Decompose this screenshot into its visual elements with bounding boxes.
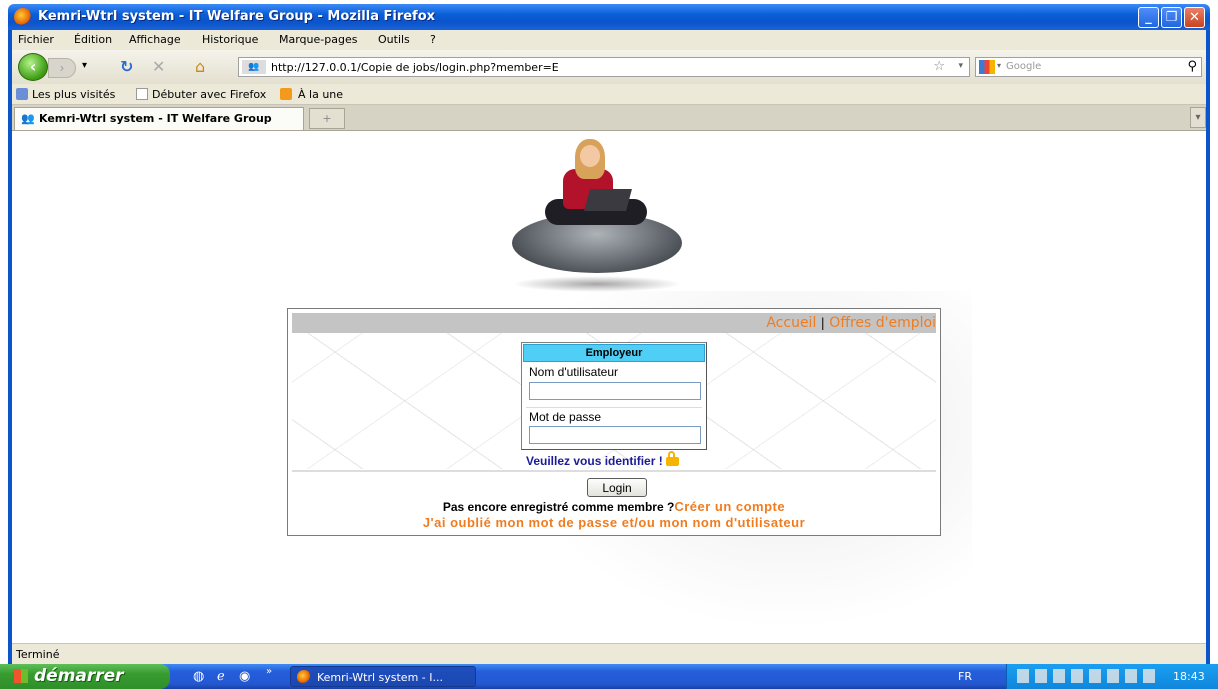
- address-bar[interactable]: 👥 http://127.0.0.1/Copie de jobs/login.p…: [238, 57, 970, 77]
- close-button[interactable]: ✕: [1184, 7, 1205, 28]
- nav-offres-link[interactable]: Offres d'emploi: [829, 315, 936, 331]
- bookmark-most-visited[interactable]: Les plus visités: [32, 88, 115, 101]
- register-prompt: Pas encore enregistré comme membre ?: [442, 500, 675, 514]
- tab-label[interactable]: Kemri-Wtrl system - IT Welfare Group: [39, 112, 272, 125]
- back-button[interactable]: ‹: [18, 53, 48, 81]
- search-bar[interactable]: ▾ Google ⚲: [975, 57, 1202, 77]
- register-line: Pas encore enregistré comme membre ?Crée…: [288, 499, 940, 514]
- menu-edition[interactable]: Édition: [74, 33, 112, 46]
- start-button[interactable]: démarrer: [0, 664, 170, 689]
- windows-flag-icon: [14, 669, 28, 683]
- login-box-header: Accueil | Offres d'emploi: [292, 313, 936, 333]
- firefox-task-icon: [297, 670, 311, 684]
- reload-icon[interactable]: ↻: [120, 57, 133, 76]
- taskbar-firefox-item[interactable]: Kemri-Wtrl system - I...: [290, 666, 476, 687]
- search-icon[interactable]: ⚲: [1187, 59, 1197, 74]
- firefox-logo-icon: [14, 8, 32, 26]
- url-text[interactable]: http://127.0.0.1/Copie de jobs/login.php…: [271, 61, 559, 74]
- figure-face: [580, 145, 600, 167]
- menu-help[interactable]: ?: [430, 33, 436, 46]
- tab-bar: 👥 Kemri-Wtrl system - IT Welfare Group +…: [12, 105, 1206, 131]
- menu-bar: Fichier Édition Affichage Historique Mar…: [12, 30, 1206, 50]
- history-dropdown-icon[interactable]: ▾: [82, 60, 87, 71]
- status-text: Terminé: [16, 648, 60, 661]
- laptop-icon: [584, 189, 632, 211]
- windows-taskbar: démarrer ◍ ℯ ◉ » Kemri-Wtrl system - I..…: [0, 664, 1218, 689]
- quicklaunch-more-icon[interactable]: »: [266, 666, 272, 677]
- menu-marque-pages[interactable]: Marque-pages: [279, 33, 357, 46]
- new-tab-button[interactable]: +: [309, 108, 345, 129]
- clock: 18:43: [1173, 670, 1205, 683]
- bookmark-star-icon[interactable]: ☆: [933, 59, 945, 74]
- menu-outils[interactable]: Outils: [378, 33, 410, 46]
- title-bar: Kemri-Wtrl system - IT Welfare Group - M…: [8, 4, 1210, 30]
- site-identity-icon[interactable]: 👥: [242, 60, 266, 74]
- page-content: Accueil | Offres d'emploi Employeur Nom …: [12, 131, 1206, 643]
- taskbar-item-label: Kemri-Wtrl system - I...: [317, 671, 443, 684]
- login-panel: Employeur Nom d'utilisateur Mot de passe: [521, 342, 707, 450]
- language-indicator[interactable]: FR: [958, 670, 972, 683]
- bookmark-a-la-une[interactable]: À la une: [298, 88, 343, 101]
- username-label: Nom d'utilisateur: [529, 365, 618, 379]
- username-field[interactable]: [529, 382, 701, 400]
- forward-button[interactable]: ›: [48, 58, 76, 78]
- bookmarks-toolbar: Les plus visités Débuter avec Firefox À …: [12, 84, 1206, 105]
- navigation-toolbar: ‹ › ▾ ↻ ✕ ⌂ 👥 http://127.0.0.1/Copie de …: [12, 50, 1206, 84]
- search-placeholder: Google: [1006, 61, 1042, 72]
- home-icon[interactable]: ⌂: [195, 57, 205, 76]
- password-field[interactable]: [529, 426, 701, 444]
- identify-message: Veuillez vous identifier !: [526, 451, 679, 468]
- tab-active[interactable]: 👥 Kemri-Wtrl system - IT Welfare Group: [14, 107, 304, 130]
- password-label: Mot de passe: [529, 410, 602, 424]
- rss-feed-icon: [280, 88, 292, 100]
- window-title: Kemri-Wtrl system - IT Welfare Group - M…: [38, 9, 436, 24]
- google-engine-icon[interactable]: [979, 60, 995, 74]
- lock-icon: [665, 451, 679, 466]
- forgot-credentials-link[interactable]: J'ai oublié mon mot de passe et/ou mon n…: [288, 515, 940, 530]
- bookmark-getting-started[interactable]: Débuter avec Firefox: [152, 88, 266, 101]
- quicklaunch-desktop-icon[interactable]: ◍: [193, 669, 204, 684]
- url-dropdown-icon[interactable]: ▾: [958, 61, 963, 71]
- login-panel-header: Employeur: [523, 344, 705, 362]
- browser-window: Kemri-Wtrl system - IT Welfare Group - M…: [0, 0, 1218, 689]
- create-account-link[interactable]: Créer un compte: [674, 499, 785, 514]
- quicklaunch-chrome-icon[interactable]: ◉: [239, 669, 250, 684]
- minimize-button[interactable]: _: [1138, 7, 1159, 28]
- system-tray: 18:43: [1006, 664, 1218, 689]
- identify-text: Veuillez vous identifier !: [526, 454, 663, 468]
- tray-icons[interactable]: [1017, 669, 1157, 683]
- menu-affichage[interactable]: Affichage: [129, 33, 181, 46]
- menu-fichier[interactable]: Fichier: [18, 33, 54, 46]
- login-divider: [292, 470, 936, 472]
- login-button[interactable]: Login: [587, 478, 647, 497]
- site-favicon-icon: 👥: [21, 112, 35, 125]
- engine-dropdown-icon[interactable]: ▾: [997, 61, 1001, 70]
- window-border-right: [1206, 30, 1210, 664]
- stone-shadow: [512, 276, 682, 292]
- most-visited-icon: [16, 88, 28, 100]
- stop-icon[interactable]: ✕: [152, 57, 165, 76]
- maximize-button[interactable]: ❐: [1161, 7, 1182, 28]
- login-box: Accueil | Offres d'emploi Employeur Nom …: [287, 308, 941, 536]
- field-separator: [526, 407, 702, 408]
- nav-accueil-link[interactable]: Accueil: [766, 315, 816, 331]
- tab-list-button[interactable]: ▾: [1190, 107, 1206, 128]
- top-nav: Accueil | Offres d'emploi: [766, 315, 936, 331]
- menu-historique[interactable]: Historique: [202, 33, 258, 46]
- quicklaunch-ie-icon[interactable]: ℯ: [217, 669, 225, 684]
- start-label: démarrer: [34, 666, 124, 686]
- status-bar: Terminé: [12, 643, 1206, 665]
- page-icon: [136, 88, 148, 100]
